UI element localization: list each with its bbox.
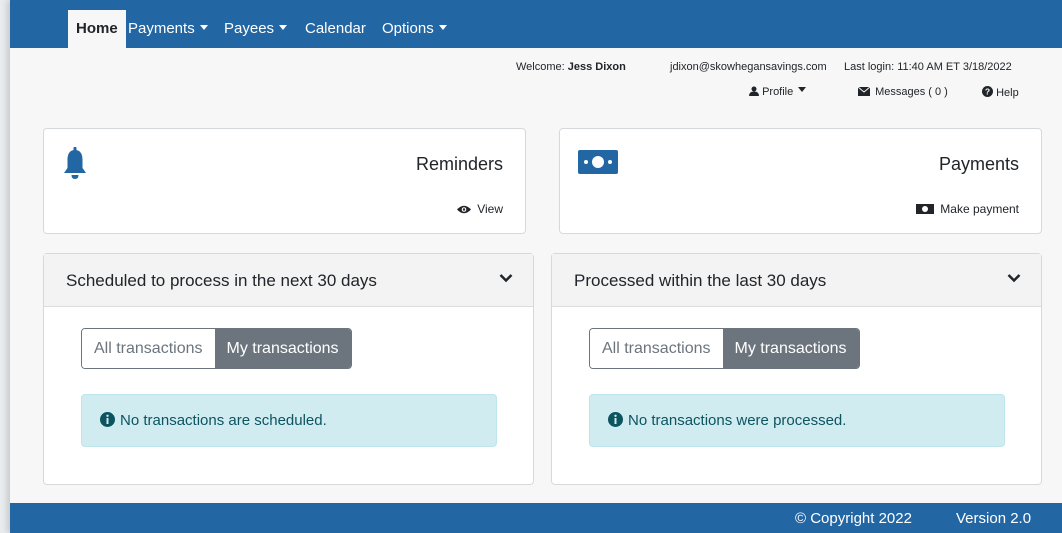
view-label: View [477, 202, 503, 216]
my-transactions-button[interactable]: My transactions [214, 329, 351, 368]
nav-payments[interactable]: Payments [120, 10, 216, 48]
no-scheduled-message: No transactions are scheduled. [120, 412, 327, 429]
reminders-title: Reminders [415, 154, 503, 174]
help-label: Help [996, 87, 1019, 99]
user-email: jdixon@skowhegansavings.com [670, 61, 827, 73]
chevron-down-icon[interactable] [1007, 273, 1021, 283]
nav-options[interactable]: Options [374, 10, 455, 48]
caret-down-icon [199, 25, 208, 30]
processed-transaction-toggle: All transactions My transactions [589, 328, 860, 369]
scheduled-transaction-toggle: All transactions My transactions [81, 328, 352, 369]
version-text: Version 2.0 [956, 510, 1032, 527]
welcome-text: Welcome: Jess Dixon [516, 61, 626, 73]
nav-home-label: Home [76, 20, 118, 37]
nav-payees-label: Payees [224, 20, 275, 37]
view-reminders-link[interactable]: View [456, 202, 503, 216]
nav-home[interactable]: Home [68, 10, 126, 48]
welcome-prefix: Welcome: [516, 61, 565, 73]
user-name: Jess Dixon [567, 61, 626, 73]
info-circle-icon [100, 412, 115, 427]
question-circle-icon: ? [982, 86, 993, 97]
processed-panel-header[interactable]: Processed within the last 30 days [552, 254, 1041, 307]
bell-icon [64, 147, 86, 179]
payments-card: Payments Make payment [559, 128, 1042, 234]
nav-options-label: Options [382, 20, 434, 37]
scheduled-panel-title: Scheduled to process in the next 30 days [66, 271, 377, 290]
caret-down-icon [438, 25, 447, 30]
money-bill-icon [915, 204, 934, 214]
footer: © Copyright 2022 Version 2.0 [10, 503, 1062, 533]
copyright-text: © Copyright 2022 [795, 510, 912, 527]
user-icon [749, 86, 759, 96]
last-login: Last login: 11:40 AM ET 3/18/2022 [844, 61, 1012, 73]
my-transactions-button[interactable]: My transactions [722, 329, 859, 368]
nav-calendar[interactable]: Calendar [297, 10, 374, 48]
envelope-icon [857, 86, 871, 96]
money-bill-icon [578, 150, 618, 174]
nav-calendar-label: Calendar [305, 20, 366, 37]
messages-label: Messages ( 0 ) [875, 86, 948, 98]
chevron-down-icon[interactable] [499, 273, 513, 283]
scheduled-panel-header[interactable]: Scheduled to process in the next 30 days [44, 254, 533, 307]
payments-title: Payments [938, 154, 1019, 174]
caret-down-icon [798, 87, 807, 92]
profile-menu[interactable]: Profile [749, 86, 807, 98]
reminders-card: Reminders View [43, 128, 526, 234]
top-navbar: Home Payments Payees Calendar Options [10, 0, 1062, 48]
app-window: Home Payments Payees Calendar Options We… [10, 0, 1062, 533]
no-processed-alert: No transactions were processed. [589, 394, 1005, 447]
nav-payees[interactable]: Payees [216, 10, 295, 48]
make-payment-label: Make payment [940, 202, 1019, 216]
profile-label: Profile [762, 86, 794, 98]
messages-link[interactable]: Messages ( 0 ) [857, 86, 948, 98]
help-link[interactable]: ? Help [982, 86, 1019, 99]
nav-payments-label: Payments [128, 20, 195, 37]
processed-panel-title: Processed within the last 30 days [574, 271, 827, 290]
caret-down-icon [279, 25, 288, 30]
svg-text:?: ? [985, 87, 990, 97]
all-transactions-button[interactable]: All transactions [82, 329, 215, 368]
eye-icon [456, 205, 471, 214]
no-processed-message: No transactions were processed. [628, 412, 847, 429]
scheduled-panel: Scheduled to process in the next 30 days… [43, 253, 534, 485]
make-payment-link[interactable]: Make payment [915, 202, 1019, 216]
info-circle-icon [608, 412, 623, 427]
no-scheduled-alert: No transactions are scheduled. [81, 394, 497, 447]
all-transactions-button[interactable]: All transactions [590, 329, 723, 368]
processed-panel: Processed within the last 30 days All tr… [551, 253, 1042, 485]
